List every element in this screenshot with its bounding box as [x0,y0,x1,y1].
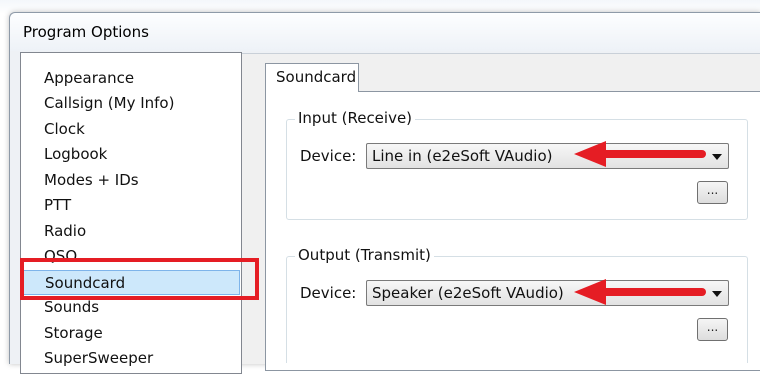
sidebar-item-qso[interactable]: QSO [22,244,240,269]
output-device-label: Device: [300,284,357,302]
sidebar-item-supersweeper[interactable]: SuperSweeper [22,346,240,371]
sidebar-item-modes-ids[interactable]: Modes + IDs [22,168,240,193]
sidebar-item-sounds[interactable]: Sounds [22,295,240,320]
input-device-dropdown[interactable]: Line in (e2eSoft VAudio) [366,143,729,169]
output-device-value: Speaker (e2eSoft VAudio) [372,284,564,302]
input-browse-button[interactable]: ... [697,181,728,204]
input-device-value: Line in (e2eSoft VAudio) [372,147,553,165]
sidebar-item-appearance[interactable]: Appearance [22,66,240,91]
sidebar-item-storage[interactable]: Storage [22,321,240,346]
output-group-title: Output (Transmit) [295,246,434,264]
input-receive-group: Input (Receive) [286,109,748,220]
output-device-dropdown[interactable]: Speaker (e2eSoft VAudio) [366,280,729,306]
sidebar-item-soundcard[interactable]: Soundcard [22,270,240,295]
sidebar-item-clock[interactable]: Clock [22,117,240,142]
sidebar-item-radio[interactable]: Radio [22,219,240,244]
options-category-list[interactable]: Appearance Callsign (My Info) Clock Logb… [20,52,242,374]
sidebar-item-ptt[interactable]: PTT [22,193,240,218]
window-title: Program Options [23,23,149,41]
sidebar-item-callsign[interactable]: Callsign (My Info) [22,91,240,116]
input-group-title: Input (Receive) [295,109,416,127]
output-transmit-group: Output (Transmit) [286,246,748,363]
title-bar[interactable]: Program Options [10,13,760,51]
sidebar-item-logbook[interactable]: Logbook [22,142,240,167]
chevron-down-icon [712,154,722,160]
tab-soundcard[interactable]: Soundcard [265,63,359,92]
output-browse-button[interactable]: ... [697,318,728,341]
chevron-down-icon [712,291,722,297]
input-device-label: Device: [300,147,357,165]
